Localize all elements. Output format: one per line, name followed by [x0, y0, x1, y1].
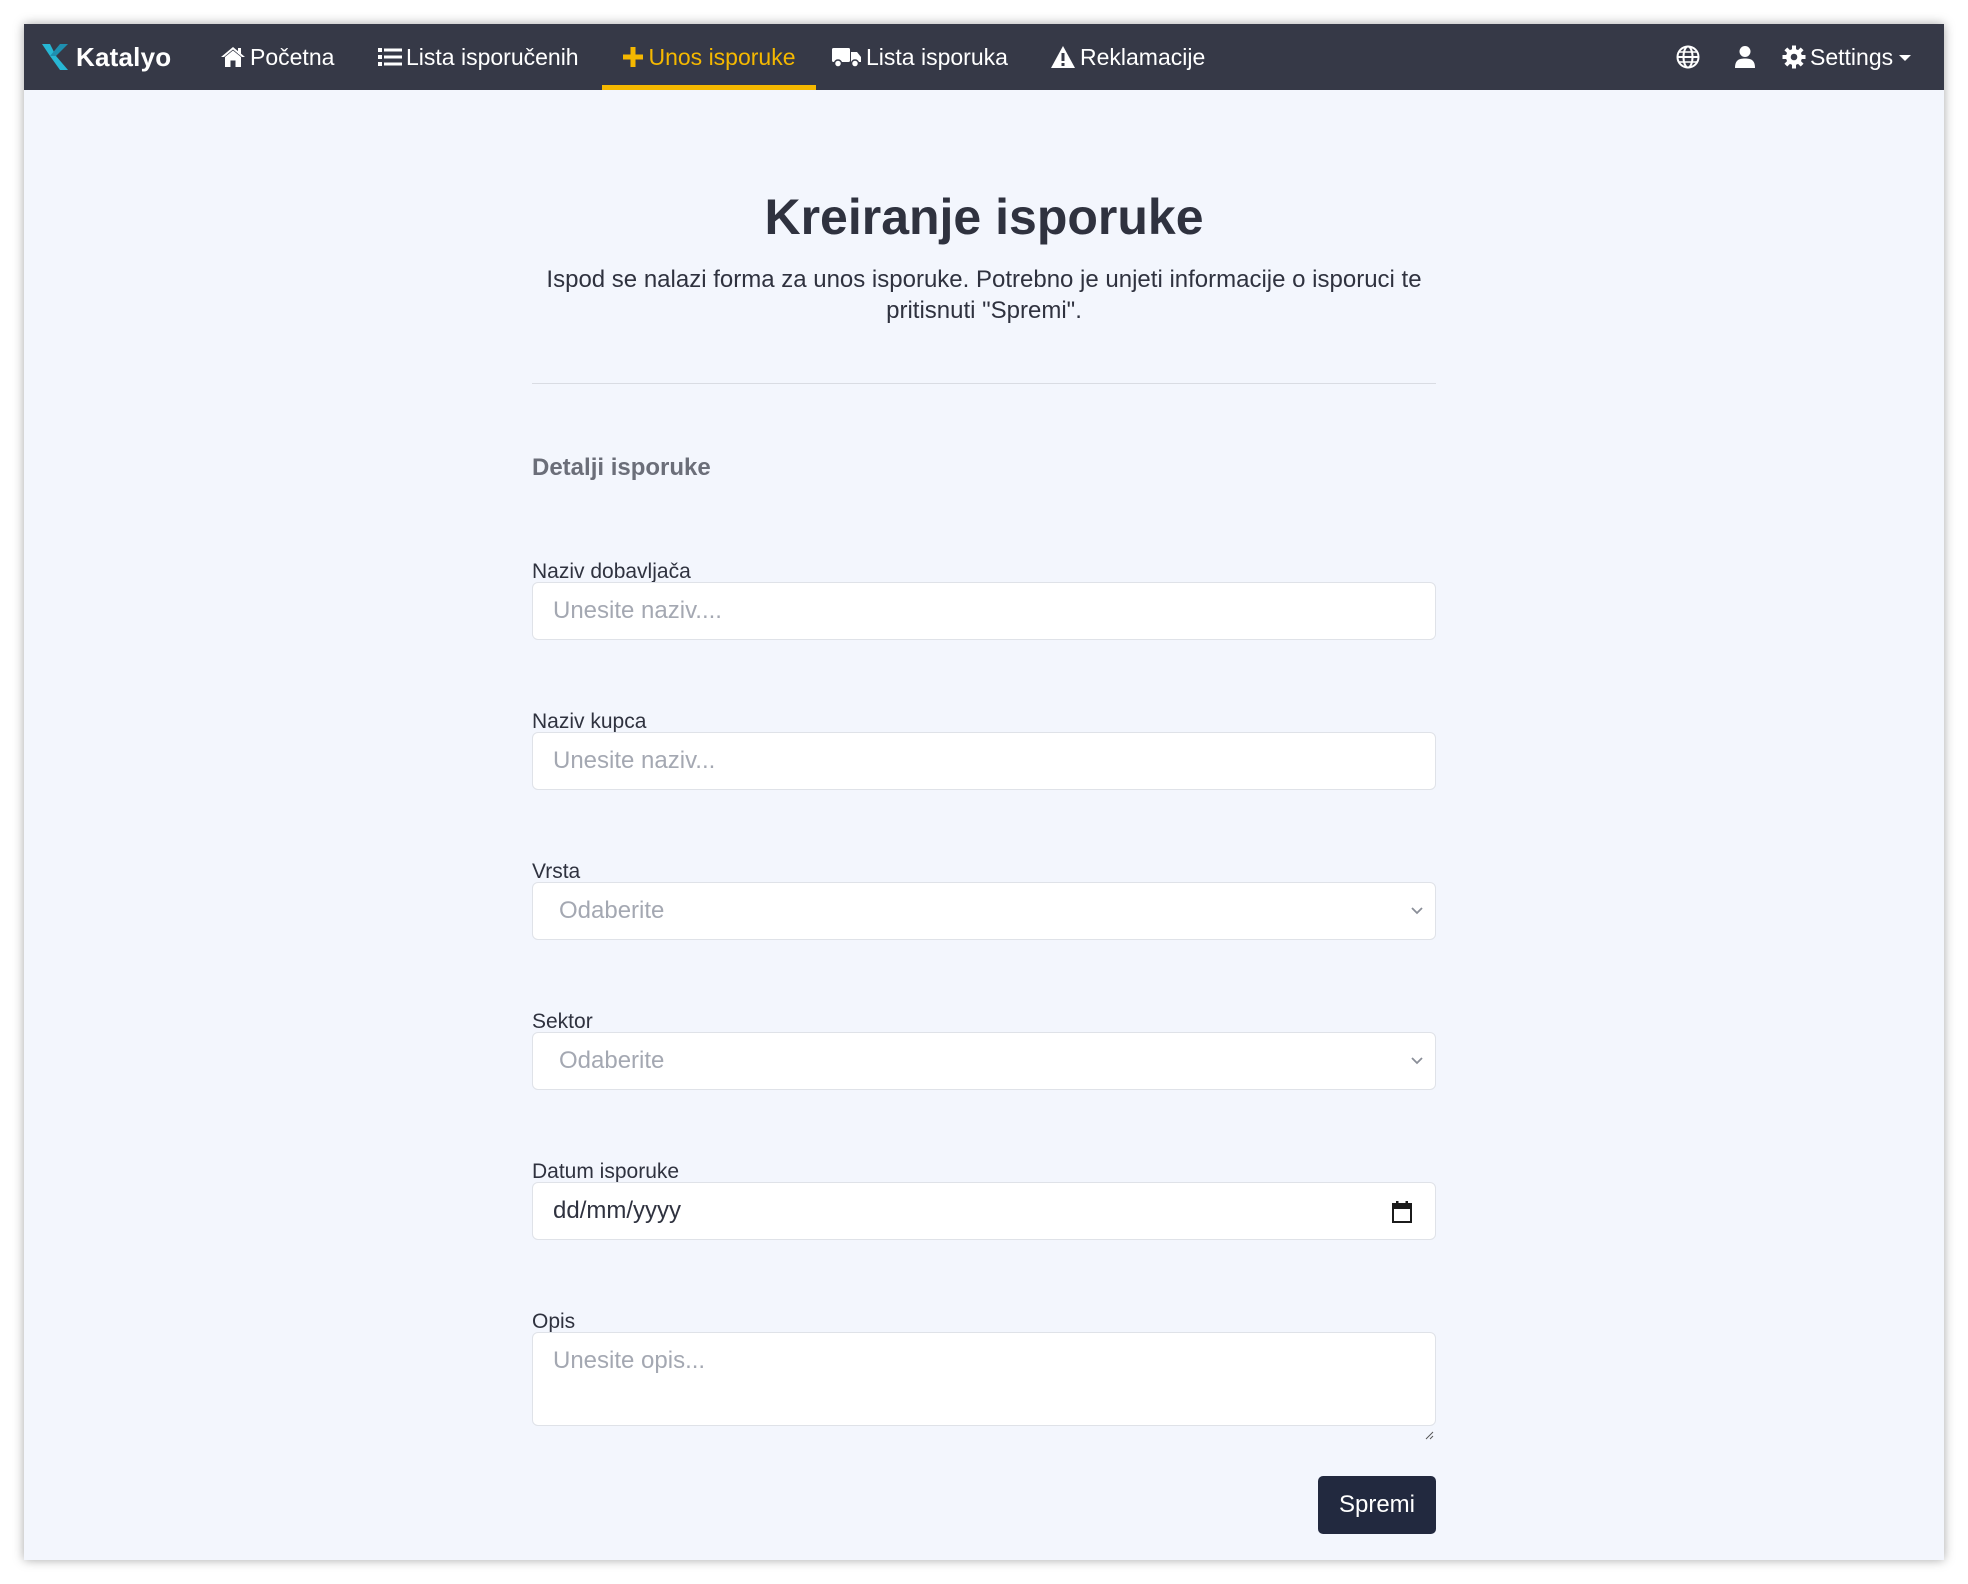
nav-item-deliveries-list[interactable]: Lista isporuka — [832, 24, 1008, 90]
user-icon — [1735, 46, 1755, 68]
type-select[interactable]: Odaberite — [532, 882, 1436, 940]
truck-icon — [832, 48, 861, 68]
user-button[interactable] — [1734, 24, 1760, 90]
nav-item-delivered-list[interactable]: Lista isporučenih — [378, 24, 579, 90]
brand[interactable]: Katalyo — [40, 24, 171, 90]
save-button[interactable]: Spremi — [1318, 1476, 1436, 1534]
description-textarea[interactable] — [532, 1332, 1436, 1426]
calendar-icon[interactable] — [1391, 1200, 1413, 1224]
date-input-value: dd/mm/yyyy — [553, 1197, 682, 1224]
date-input[interactable]: dd/mm/yyyy — [532, 1182, 1436, 1240]
settings-label: Settings — [1810, 43, 1894, 70]
gear-icon — [1782, 45, 1806, 69]
warning-icon — [1051, 46, 1075, 68]
home-icon — [221, 47, 245, 67]
nav-item-claims[interactable]: Reklamacije — [1050, 24, 1205, 90]
nav-item-delivery-entry[interactable]: Unos isporuke — [602, 24, 816, 90]
settings-dropdown[interactable]: Settings — [1782, 24, 1912, 90]
page-description: Ispod se nalazi forma za unos isporuke. … — [546, 266, 1422, 324]
nav-item-label: Početna — [250, 43, 335, 70]
type-select-value: Odaberite — [559, 897, 665, 924]
sector-label: Sektor — [532, 1010, 593, 1033]
app-window: Katalyo Početna Lista isporučenih Unos i… — [24, 24, 1944, 1560]
nav-item-label: Unos isporuke — [648, 43, 796, 70]
sector-select[interactable]: Odaberite — [532, 1032, 1436, 1090]
supplier-label: Naziv dobavljača — [532, 560, 691, 583]
language-button[interactable] — [1676, 24, 1704, 90]
brand-name: Katalyo — [76, 41, 172, 72]
supplier-input[interactable] — [532, 582, 1436, 640]
customer-input[interactable] — [532, 732, 1436, 790]
globe-icon — [1676, 45, 1700, 69]
plus-icon — [623, 47, 644, 67]
nav-item-label: Lista isporučenih — [406, 43, 579, 70]
sector-select-value: Odaberite — [559, 1047, 665, 1074]
top-navbar: Katalyo Početna Lista isporučenih Unos i… — [24, 24, 1944, 90]
description-label: Opis — [532, 1310, 576, 1333]
type-label: Vrsta — [532, 860, 581, 883]
katalyo-logo-icon — [42, 44, 68, 70]
caret-down-icon — [1899, 55, 1912, 61]
chevron-down-icon — [1411, 907, 1423, 915]
page-title: Kreiranje isporuke — [764, 189, 1204, 245]
chevron-down-icon — [1411, 1057, 1423, 1065]
section-title: Detalji isporuke — [532, 454, 711, 481]
nav-item-label: Reklamacije — [1080, 43, 1206, 70]
date-label: Datum isporuke — [532, 1160, 680, 1183]
nav-item-label: Lista isporuka — [866, 43, 1008, 70]
list-icon — [378, 48, 402, 66]
nav-item-home[interactable]: Početna — [220, 24, 334, 90]
customer-label: Naziv kupca — [532, 710, 647, 733]
resize-handle-icon[interactable] — [1424, 1430, 1434, 1440]
divider — [532, 383, 1436, 384]
